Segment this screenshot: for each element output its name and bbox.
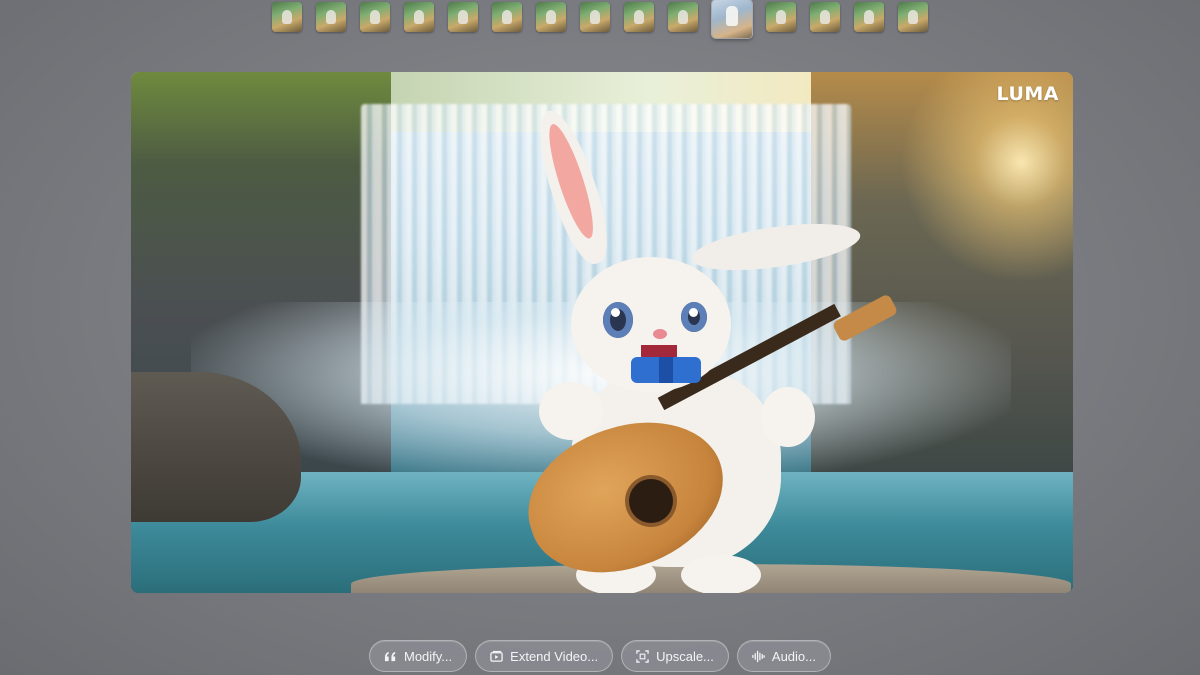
thumbnail-1[interactable] xyxy=(272,2,302,32)
bunny-left-ear xyxy=(527,104,619,270)
thumbnail-3[interactable] xyxy=(360,2,390,32)
thumbnail-9[interactable] xyxy=(624,2,654,32)
thumbnail-6[interactable] xyxy=(492,2,522,32)
thumbnail-4[interactable] xyxy=(404,2,434,32)
thumbnail-2[interactable] xyxy=(316,2,346,32)
bunny-right-eye xyxy=(681,302,707,332)
extend-video-button-label: Extend Video... xyxy=(510,648,599,664)
guitar-soundhole xyxy=(629,479,673,523)
thumbnail-10[interactable] xyxy=(668,2,698,32)
bunny-bow-tie xyxy=(631,357,701,383)
upscale-button-label: Upscale... xyxy=(656,648,714,664)
action-bar: Modify... Extend Video... Upscale... Aud… xyxy=(0,640,1200,672)
thumbnail-strip xyxy=(0,0,1200,38)
bunny-right-foot xyxy=(681,555,761,593)
thumbnail-selected[interactable] xyxy=(712,0,752,38)
audio-waveform-icon xyxy=(752,650,765,663)
luma-watermark: LUMA xyxy=(996,83,1059,105)
modify-button[interactable]: Modify... xyxy=(368,640,468,672)
bunny-right-paw xyxy=(761,387,815,447)
extend-video-button[interactable]: Extend Video... xyxy=(475,640,614,672)
bunny-left-paw xyxy=(539,382,603,440)
bunny-nose xyxy=(653,329,667,339)
video-player[interactable]: LUMA xyxy=(131,72,1073,593)
audio-button-label: Audio... xyxy=(771,648,816,664)
audio-button[interactable]: Audio... xyxy=(736,640,831,672)
thumbnail-15[interactable] xyxy=(898,2,928,32)
quote-icon xyxy=(384,650,397,663)
bunny-character xyxy=(509,104,899,593)
upscale-button[interactable]: Upscale... xyxy=(621,640,729,672)
bunny-left-eye xyxy=(603,302,633,338)
upscale-icon xyxy=(636,649,649,663)
thumbnail-12[interactable] xyxy=(766,2,796,32)
modify-button-label: Modify... xyxy=(403,648,453,664)
extend-video-icon xyxy=(490,650,503,663)
thumbnail-7[interactable] xyxy=(536,2,566,32)
thumbnail-14[interactable] xyxy=(854,2,884,32)
thumbnail-5[interactable] xyxy=(448,2,478,32)
thumbnail-8[interactable] xyxy=(580,2,610,32)
bunny-right-ear xyxy=(689,215,863,279)
thumbnail-13[interactable] xyxy=(810,2,840,32)
